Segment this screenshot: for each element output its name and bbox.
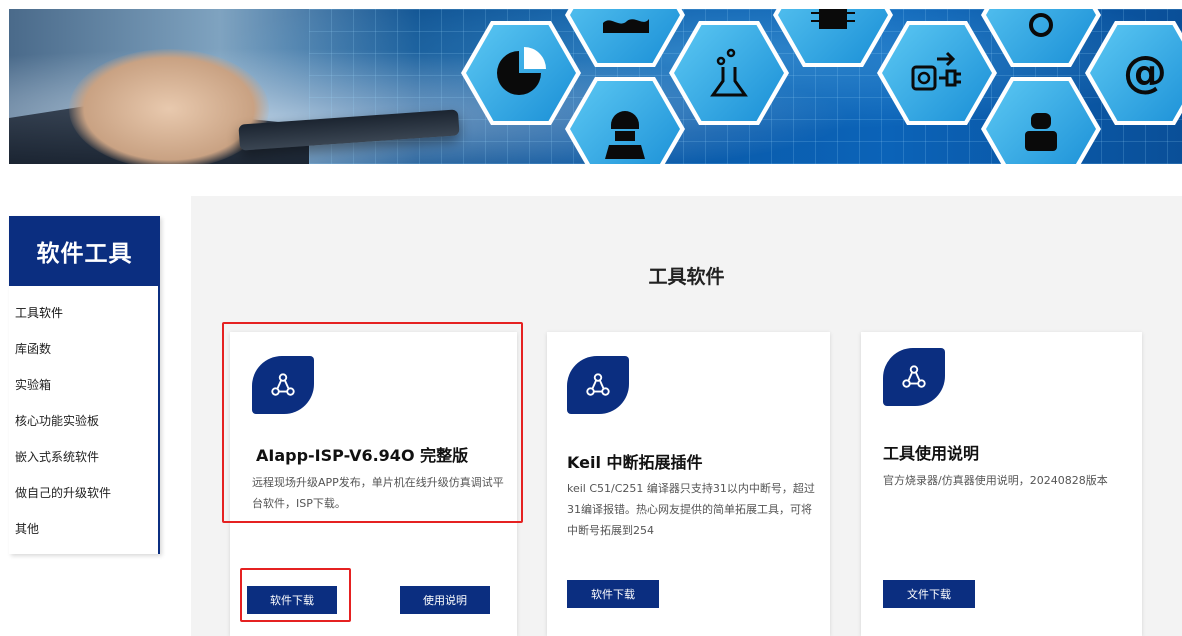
page-title: 工具软件 bbox=[648, 266, 725, 288]
card-title: AIapp-ISP-V6.94O 完整版 bbox=[256, 446, 469, 465]
software-download-button[interactable]: 软件下载 bbox=[247, 586, 337, 614]
sidebar-title: 软件工具 bbox=[9, 216, 160, 286]
sidebar-item-experiment-box[interactable]: 实验箱 bbox=[9, 366, 158, 402]
header-banner: @ bbox=[9, 9, 1182, 164]
sidebar: 软件工具 工具软件 库函数 实验箱 核心功能实验板 嵌入式系统软件 做自己的升级… bbox=[9, 216, 160, 554]
sidebar-item-core-board[interactable]: 核心功能实验板 bbox=[9, 402, 158, 438]
software-card-tool-manual: 工具使用说明 官方烧录器/仿真器使用说明，20240828版本 文件下载 bbox=[861, 332, 1142, 636]
sidebar-menu: 工具软件 库函数 实验箱 核心功能实验板 嵌入式系统软件 做自己的升级软件 其他 bbox=[9, 286, 158, 546]
banner-hand bbox=[69, 49, 269, 164]
software-card-aiapp-isp: AIapp-ISP-V6.94O 完整版 远程现场升级APP发布，单片机在线升级… bbox=[230, 332, 517, 636]
card-title: Keil 中断拓展插件 bbox=[567, 453, 703, 472]
file-download-button[interactable]: 文件下载 bbox=[883, 580, 975, 608]
sidebar-item-other[interactable]: 其他 bbox=[9, 510, 158, 546]
sidebar-item-embedded-software[interactable]: 嵌入式系统软件 bbox=[9, 438, 158, 474]
user-guide-button[interactable]: 使用说明 bbox=[400, 586, 490, 614]
share-nodes-icon bbox=[883, 348, 945, 406]
svg-text:@: @ bbox=[1123, 47, 1167, 98]
card-description: 远程现场升级APP发布，单片机在线升级仿真调试平台软件，ISP下载。 bbox=[252, 476, 504, 510]
card-description: keil C51/C251 编译器只支持31以内中断号，超过31编译报错。热心网… bbox=[567, 482, 815, 537]
share-nodes-icon bbox=[252, 356, 314, 414]
sidebar-item-library-functions[interactable]: 库函数 bbox=[9, 330, 158, 366]
card-title: 工具使用说明 bbox=[883, 444, 980, 463]
card-description: 官方烧录器/仿真器使用说明，20240828版本 bbox=[883, 474, 1108, 487]
sidebar-item-upgrade-software[interactable]: 做自己的升级软件 bbox=[9, 474, 158, 510]
software-card-keil-plugin: Keil 中断拓展插件 keil C51/C251 编译器只支持31以内中断号，… bbox=[547, 332, 830, 636]
software-download-button[interactable]: 软件下载 bbox=[567, 580, 659, 608]
share-nodes-icon bbox=[567, 356, 629, 414]
sidebar-item-tool-software[interactable]: 工具软件 bbox=[9, 294, 158, 330]
